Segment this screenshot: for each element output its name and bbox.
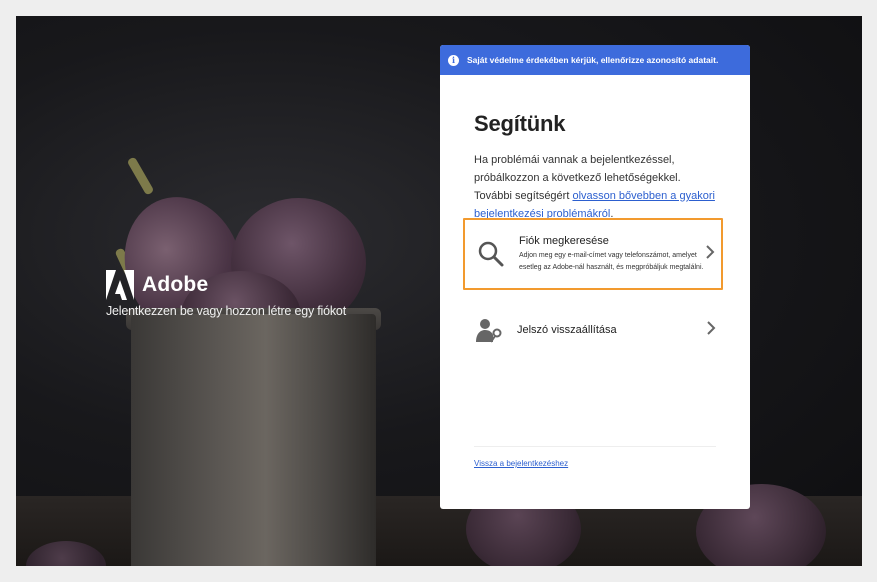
brand-block: Adobe Jelentkezzen be vagy hozzon létre … — [106, 270, 346, 318]
back-to-signin-link[interactable]: Vissza a bejelentkezéshez — [474, 459, 568, 468]
security-banner: i Saját védelme érdekében kérjük, ellenő… — [440, 45, 750, 75]
fig-stem — [126, 156, 155, 196]
pot — [131, 314, 376, 566]
brand-name: Adobe — [142, 273, 209, 296]
option-title: Fiók megkeresése — [519, 234, 609, 247]
divider — [474, 446, 716, 447]
reset-password-option[interactable]: Jelszó visszaállítása — [464, 310, 722, 350]
banner-text: Saját védelme érdekében kérjük, ellenőri… — [467, 55, 719, 65]
chevron-right-icon — [706, 320, 716, 340]
page-title: Segítünk — [474, 111, 566, 136]
brand-tagline: Jelentkezzen be vagy hozzon létre egy fi… — [106, 304, 346, 318]
chevron-right-icon — [705, 244, 715, 264]
help-description: Ha problémái vannak a bejelentkezéssel, … — [474, 151, 716, 223]
help-panel: i Saját védelme érdekében kérjük, ellenő… — [440, 45, 750, 509]
info-icon: i — [448, 54, 459, 66]
option-subtitle: Adjon meg egy e-mail-címet vagy telefons… — [519, 251, 704, 271]
user-key-icon — [475, 316, 503, 344]
find-account-option[interactable]: Fiók megkeresése Adjon meg egy e-mail-cí… — [463, 218, 723, 290]
search-icon — [477, 240, 505, 268]
background-photo: Adobe Jelentkezzen be vagy hozzon létre … — [16, 16, 862, 566]
option-title: Jelszó visszaállítása — [517, 324, 617, 336]
adobe-logo-icon — [106, 270, 134, 300]
